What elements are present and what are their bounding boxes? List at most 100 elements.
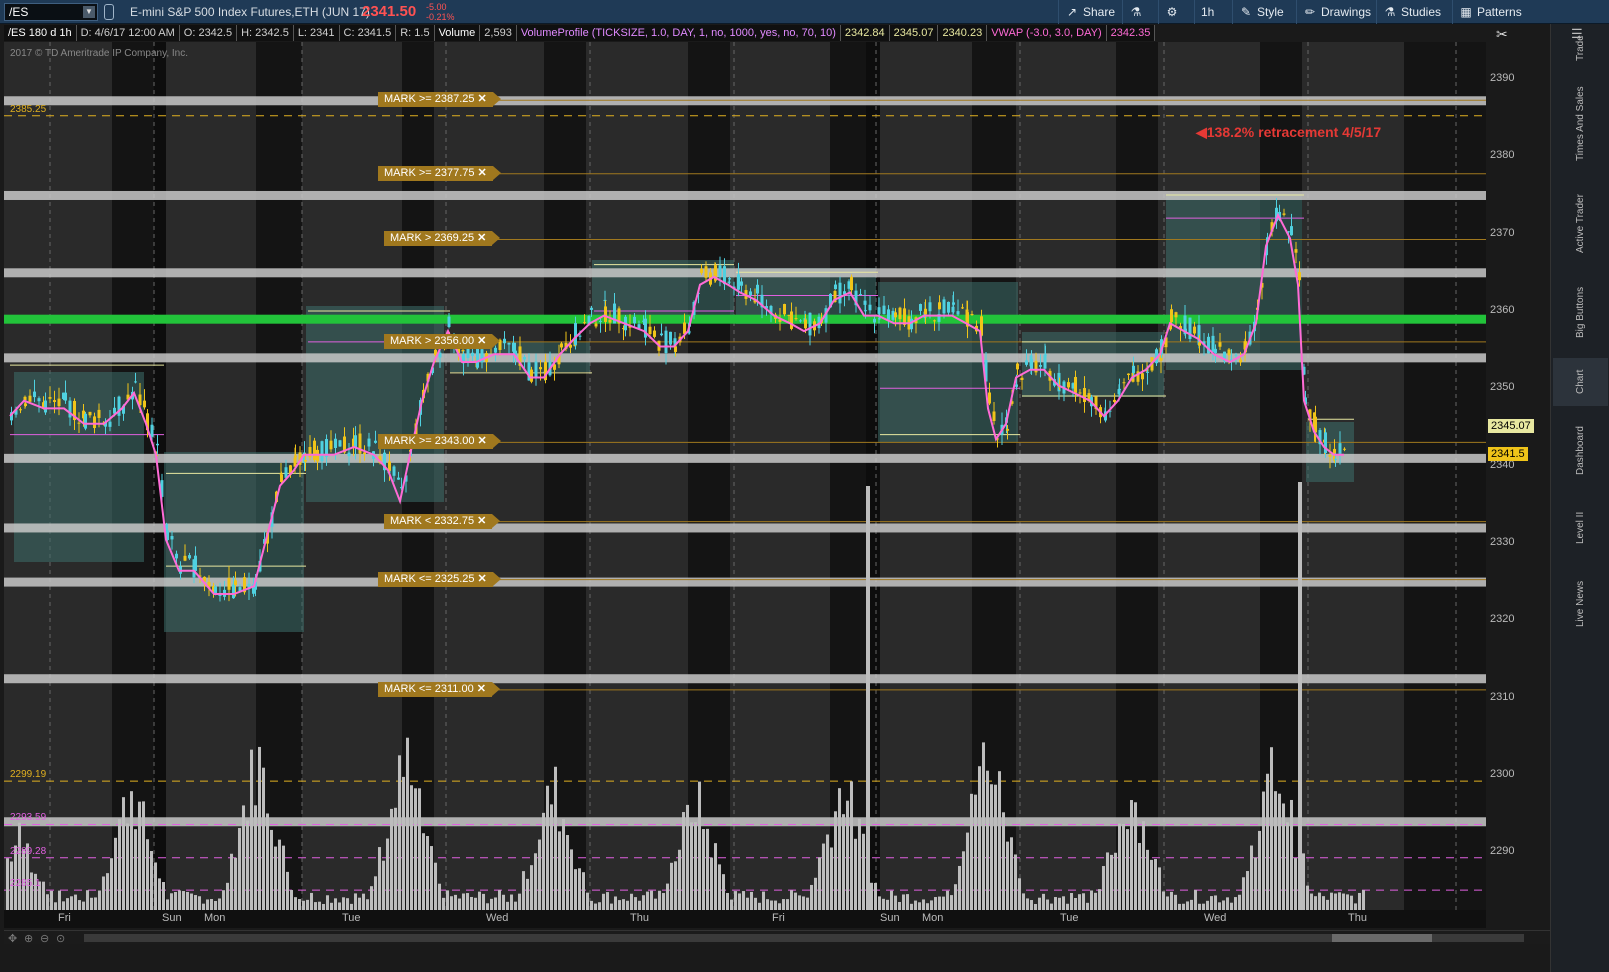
volume-bar (158, 878, 161, 910)
candle-body (992, 411, 996, 421)
volume-bar (538, 839, 541, 910)
chart-scrollbar[interactable]: ✥ ⊕ ⊖ ⊙ (4, 930, 1550, 945)
remove-mark-icon[interactable]: ✕ (477, 683, 486, 695)
collapse-icon[interactable]: ✂ (1496, 26, 1508, 43)
level-label: 2299.19 (10, 769, 47, 781)
price-alert-mark[interactable]: MARK >= 2377.75 ✕ (378, 165, 501, 181)
volume-bar (1194, 890, 1197, 910)
price-axis[interactable]: 2390 2380 2370 2360 2350 2340 2330 2320 2310 2300… (1486, 42, 1550, 910)
remove-mark-icon[interactable]: ✕ (477, 335, 486, 347)
time-axis[interactable]: Fri Sun Mon Tue Wed Thu Fri Sun Mon Tue Wed Thu (4, 910, 1486, 928)
price-alert-mark[interactable]: MARK >= 2343.00 ✕ (378, 434, 501, 450)
volume-bar (506, 901, 509, 910)
volume-bar (1166, 896, 1169, 910)
zoom-in-icon[interactable]: ⊕ (24, 932, 33, 945)
volume-bar (262, 767, 265, 910)
remove-mark-icon[interactable]: ✕ (478, 573, 487, 585)
1h-button[interactable]: 1h (1194, 0, 1220, 24)
remove-mark-icon[interactable]: ✕ (478, 93, 487, 105)
candle-body (924, 308, 927, 315)
volume-bar (650, 890, 653, 910)
candle-body (838, 282, 842, 304)
header-cell: O: 2342.5 (179, 25, 238, 41)
scroll-thumb[interactable] (1332, 934, 1432, 942)
candle-body (512, 342, 515, 352)
scroll-track[interactable] (84, 934, 1524, 942)
candle-body (933, 320, 936, 322)
symbol-dropdown-icon[interactable]: ▼ (83, 6, 95, 18)
price-alert-mark[interactable]: MARK > 2356.00 ✕ (384, 333, 501, 349)
volume-bar (250, 749, 253, 910)
price-alert-mark[interactable]: MARK >= 2387.25 ✕ (378, 92, 501, 108)
volume-bar (1286, 822, 1289, 910)
volume-bar (494, 897, 497, 910)
volume-bar (514, 901, 517, 910)
gear-icon: ⚙ (1166, 5, 1178, 19)
style-button[interactable]: ✎ Style (1232, 0, 1290, 24)
price-tag: 2341.5 (1488, 447, 1528, 461)
volume-bar (1250, 845, 1253, 910)
share-button[interactable]: ↗ Share (1058, 0, 1121, 24)
zoom-reset-icon[interactable]: ⊙ (56, 932, 65, 945)
side-tab-live-news[interactable]: Live News (1553, 564, 1608, 644)
volume-bar (770, 900, 773, 910)
patterns-button[interactable]: ▦ Patterns (1452, 0, 1528, 24)
remove-mark-icon[interactable]: ✕ (478, 167, 487, 179)
price-alert-mark[interactable]: MARK <= 2311.00 ✕ (378, 681, 500, 697)
volume-bar (734, 891, 737, 910)
volume-bar (102, 876, 105, 910)
volume-bar (1214, 895, 1217, 910)
price-alert-mark[interactable]: MARK <= 2325.25 ✕ (378, 571, 501, 587)
remove-mark-icon[interactable]: ✕ (477, 515, 486, 527)
remove-mark-icon[interactable]: ✕ (477, 232, 486, 244)
volume-bar (1346, 894, 1349, 910)
pan-icon[interactable]: ✥ (8, 932, 17, 945)
price-alert-mark[interactable]: MARK < 2332.75 ✕ (384, 513, 501, 529)
side-tab-active-trader[interactable]: Active Trader (1553, 182, 1608, 266)
volume-bar (234, 857, 237, 910)
flask-button[interactable]: ⚗ (1122, 0, 1153, 24)
volume-bar (982, 742, 985, 910)
side-tab-times-and-sales[interactable]: Times And Sales (1553, 74, 1608, 174)
volume-bar (1322, 896, 1325, 910)
candle-body (704, 266, 708, 278)
volume-bar (430, 846, 433, 910)
candle-body (33, 391, 36, 398)
gear-button[interactable]: ⚙ (1158, 0, 1189, 24)
side-tab-trade[interactable]: Trade (1553, 28, 1608, 68)
volume-bar (354, 893, 357, 910)
candle-body (648, 326, 652, 335)
volume-bar (278, 839, 281, 910)
link-icon[interactable] (104, 4, 114, 20)
volume-bar (166, 899, 169, 910)
side-tab-level-ii[interactable]: Level II (1553, 498, 1608, 558)
candle-body (234, 580, 237, 586)
candle-body (1025, 360, 1028, 365)
symbol-input[interactable]: /ES ▼ (4, 3, 98, 21)
volume-bar (726, 893, 729, 910)
candle-body (700, 268, 703, 273)
side-tab-dashboard[interactable]: Dashboard (1553, 412, 1608, 490)
studies-button[interactable]: ⚗ Studies (1376, 0, 1447, 24)
side-tab-big-buttons[interactable]: Big Buttons (1553, 272, 1608, 352)
drawings-button[interactable]: ✏ Drawings (1296, 0, 1377, 24)
candle-body (790, 311, 793, 329)
volume-bar (1206, 900, 1209, 910)
volume-bar (1122, 823, 1125, 910)
volume-bar (1014, 854, 1017, 910)
chart-canvas[interactable]: 2017 © TD Ameritrade IP Company, Inc. ◀1… (4, 42, 1486, 910)
volume-bar (942, 896, 945, 910)
remove-mark-icon[interactable]: ✕ (478, 435, 487, 447)
price-alert-mark[interactable]: MARK > 2369.25 ✕ (384, 231, 501, 247)
side-tab-chart[interactable]: Chart (1553, 358, 1608, 406)
volume-bar (230, 853, 233, 910)
zoom-out-icon[interactable]: ⊖ (40, 932, 49, 945)
candle-body (728, 278, 731, 280)
candle-body (1239, 359, 1242, 363)
retracement-annotation[interactable]: ◀138.2% retracement 4/5/17 (1196, 124, 1381, 141)
volume-bar (338, 902, 341, 910)
candle-body (1122, 382, 1126, 384)
candle-body (37, 398, 41, 402)
candle-body (1020, 377, 1024, 380)
header-cell: H: 2342.5 (237, 25, 294, 41)
